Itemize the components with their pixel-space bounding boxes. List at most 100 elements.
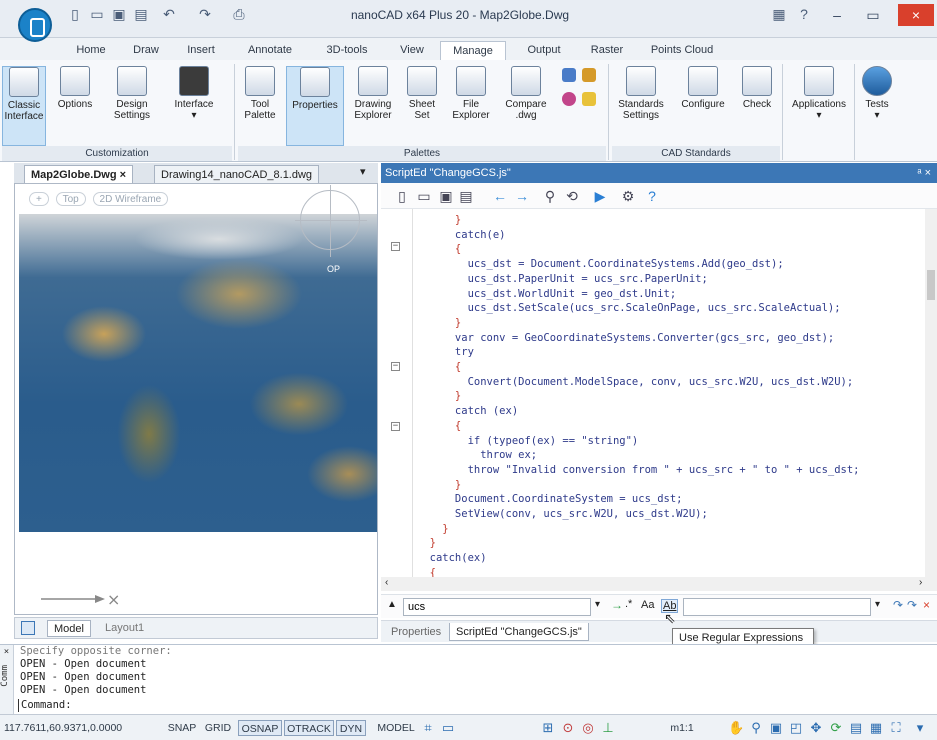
pin-icon[interactable]: ⊙ xyxy=(560,720,576,736)
otrack-toggle[interactable]: OTRACK xyxy=(284,720,334,736)
fold-toggle-icon[interactable]: − xyxy=(391,362,400,371)
pan-hand-icon[interactable]: ✋ xyxy=(728,720,744,736)
code-line[interactable]: } xyxy=(417,213,461,228)
run-script-icon[interactable]: ▶ xyxy=(591,187,609,205)
tab-properties[interactable]: Properties xyxy=(385,623,447,641)
design-settings-button[interactable]: Design Settings xyxy=(104,66,160,146)
code-line[interactable]: { xyxy=(417,242,461,257)
code-editor[interactable]: − − − } catch(e) { ucs_dst = Document.Co… xyxy=(381,209,925,577)
print-icon[interactable]: ⎙ xyxy=(230,6,248,22)
workspace-icon[interactable]: ▦ xyxy=(768,6,790,22)
tab-layout1[interactable]: Layout1 xyxy=(99,620,150,637)
code-line[interactable]: ucs_dst.PaperUnit = ucs_src.PaperUnit; xyxy=(417,272,708,287)
tab-insert[interactable]: Insert xyxy=(176,41,226,60)
orbit-icon[interactable]: ✥ xyxy=(808,720,824,736)
osnap-toggle[interactable]: OSNAP xyxy=(238,720,282,736)
code-line[interactable]: if (typeof(ex) == "string") xyxy=(417,434,639,449)
help-icon[interactable]: ? xyxy=(795,6,813,22)
tool-palette-button[interactable]: Tool Palette xyxy=(238,66,282,146)
dyn-toggle[interactable]: DYN xyxy=(336,720,366,736)
refresh-icon[interactable]: ⟳ xyxy=(828,720,844,736)
code-line[interactable]: } xyxy=(417,316,461,331)
close-find-icon[interactable]: × xyxy=(923,598,930,612)
snap-tracking-icon[interactable]: ⊞ xyxy=(540,720,556,736)
tab-model[interactable]: Model xyxy=(47,620,91,637)
collapse-find-icon[interactable]: ▲ xyxy=(387,599,397,610)
paint-icon[interactable] xyxy=(562,68,576,82)
minimize-button[interactable]: – xyxy=(822,4,852,26)
scroll-right-icon[interactable]: › xyxy=(919,577,922,588)
code-vertical-scrollbar[interactable] xyxy=(925,209,937,577)
save-as-icon[interactable]: ▤ xyxy=(132,6,150,22)
forward-arrow-icon[interactable]: → xyxy=(513,187,531,205)
tab-points-cloud[interactable]: Points Cloud xyxy=(642,41,722,60)
sheet-set-button[interactable]: Sheet Set xyxy=(402,66,442,146)
view-direction-button[interactable]: Top xyxy=(55,192,86,206)
command-input[interactable]: Command: xyxy=(18,699,72,712)
standards-settings-button[interactable]: Standards Settings xyxy=(612,66,670,146)
target-icon[interactable]: ◎ xyxy=(580,720,596,736)
tab-output[interactable]: Output xyxy=(516,41,572,60)
zoom-extents-icon[interactable]: ◰ xyxy=(788,720,804,736)
file-explorer-button[interactable]: File Explorer xyxy=(446,66,496,146)
color-icon[interactable] xyxy=(562,92,576,106)
doc-tab-drawing14[interactable]: Drawing14_nanoCAD_8.1.dwg xyxy=(154,165,320,183)
find-input[interactable] xyxy=(403,598,591,616)
ucs-status-icon[interactable]: ⊥ xyxy=(600,720,616,736)
new-file-icon[interactable]: ▯ xyxy=(66,6,84,22)
find-replace-icon[interactable]: ⟲ xyxy=(563,187,581,205)
customization-group-title[interactable]: Customization xyxy=(2,146,232,161)
display-icon[interactable]: ▭ xyxy=(440,720,456,736)
code-line[interactable]: Convert(Document.ModelSpace, conv, ucs_s… xyxy=(417,375,854,390)
object-snap-icon[interactable]: ⌗ xyxy=(420,720,436,736)
replace-input[interactable] xyxy=(683,598,871,616)
check-button[interactable]: Check xyxy=(736,66,778,146)
replace-all-icon[interactable]: ↷ xyxy=(907,598,917,612)
options-button[interactable]: Options xyxy=(50,66,100,146)
brush-icon[interactable] xyxy=(582,68,596,82)
viewports-icon[interactable]: ▤ xyxy=(848,720,864,736)
find-next-icon[interactable]: → xyxy=(611,598,623,612)
light-bulb-icon[interactable] xyxy=(582,92,596,106)
tab-scripted[interactable]: ScriptEd "ChangeGCS.js" xyxy=(449,623,589,641)
code-line[interactable]: SetView(conv, ucs_src.W2U, ucs_dst.W2U); xyxy=(417,507,708,522)
app-menu-logo[interactable] xyxy=(18,8,52,42)
new-script-icon[interactable]: ▯ xyxy=(393,187,411,205)
code-line[interactable]: { xyxy=(417,419,461,434)
code-line[interactable]: ucs_dst = Document.CoordinateSystems.Add… xyxy=(417,257,784,272)
model-space-toggle[interactable]: MODEL xyxy=(374,720,418,736)
snap-toggle[interactable]: SNAP xyxy=(164,720,200,736)
code-line[interactable]: catch(ex) xyxy=(417,551,487,566)
code-line[interactable]: } xyxy=(417,522,448,537)
code-horizontal-scrollbar[interactable]: ‹ › xyxy=(381,577,937,591)
drawing-explorer-button[interactable]: Drawing Explorer xyxy=(348,66,398,146)
save-as-script-icon[interactable]: ▤ xyxy=(457,187,475,205)
grid-toggle[interactable]: GRID xyxy=(202,720,234,736)
code-line[interactable]: { xyxy=(417,360,461,375)
replace-history-dropdown-icon[interactable]: ▾ xyxy=(875,599,880,610)
close-command-icon[interactable]: × xyxy=(0,647,13,657)
fold-toggle-icon[interactable]: − xyxy=(391,242,400,251)
find-icon[interactable]: ⚲ xyxy=(541,187,559,205)
redo-icon[interactable]: ↷ xyxy=(196,6,214,22)
code-line[interactable]: try xyxy=(417,345,474,360)
code-line[interactable]: catch(e) xyxy=(417,228,506,243)
code-line[interactable]: } xyxy=(417,536,436,551)
code-line[interactable]: ucs_dst.WorldUnit = geo_dst.Unit; xyxy=(417,287,677,302)
undo-icon[interactable]: ↶ xyxy=(160,6,178,22)
code-line[interactable]: } xyxy=(417,389,461,404)
applications-button[interactable]: Applications ▾ xyxy=(786,66,852,146)
tests-button[interactable]: Tests ▾ xyxy=(858,66,896,146)
drawing-viewport[interactable]: + Top 2D Wireframe OP × xyxy=(14,183,378,615)
visual-style-button[interactable]: 2D Wireframe xyxy=(92,192,169,206)
code-line[interactable]: ucs_dst.SetScale(ucs_src.ScaleOnPage, uc… xyxy=(417,301,841,316)
replace-icon[interactable]: ↷ xyxy=(893,598,903,612)
tab-draw[interactable]: Draw xyxy=(124,41,168,60)
open-folder-icon[interactable]: ▭ xyxy=(88,6,106,22)
status-menu-icon[interactable]: ▾ xyxy=(912,720,928,736)
find-history-dropdown-icon[interactable]: ▾ xyxy=(595,599,600,610)
regex-star-icon[interactable]: .* xyxy=(625,598,632,610)
pin-close-icon[interactable]: ᵃ × xyxy=(917,163,931,183)
code-scroll-thumb[interactable] xyxy=(927,270,935,300)
code-line[interactable]: throw ex; xyxy=(417,448,537,463)
